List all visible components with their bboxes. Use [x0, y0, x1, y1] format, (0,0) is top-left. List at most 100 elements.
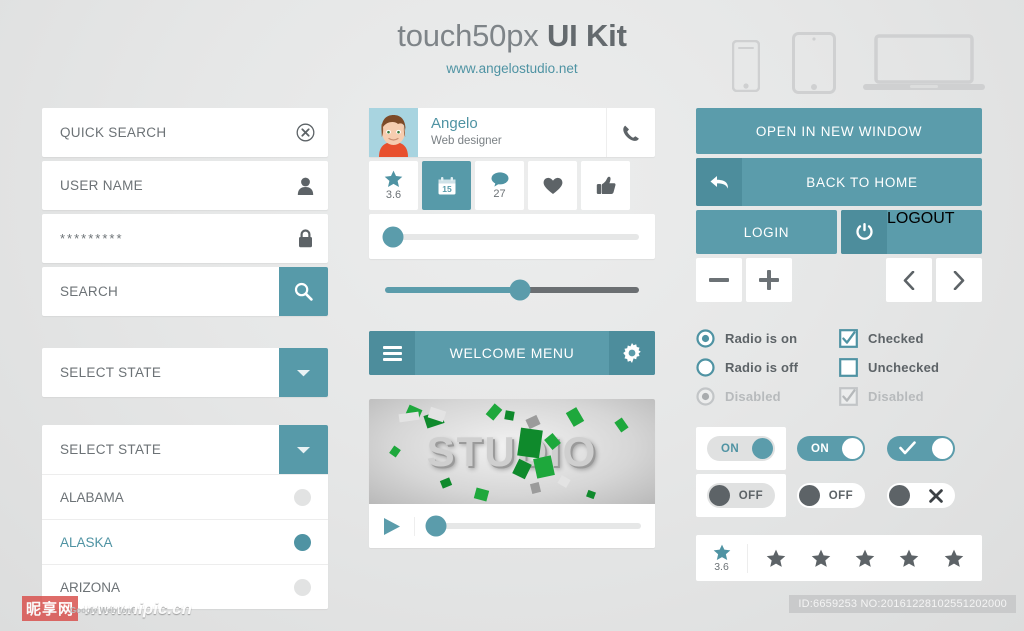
options-grid: Radio is on Radio is off Disabled Checke…: [696, 324, 982, 411]
star-icon[interactable]: [855, 549, 875, 568]
option-label: ALASKA: [60, 534, 113, 550]
logout-button[interactable]: LOGOUT: [841, 210, 982, 254]
toggle-off-2[interactable]: OFF: [797, 483, 865, 508]
right-column: OPEN IN NEW WINDOW BACK TO HOME LOGIN LO…: [696, 108, 982, 581]
slider-filled-track[interactable]: [385, 279, 639, 301]
stat-star-value: 3.6: [385, 189, 402, 201]
back-to-home-label: BACK TO HOME: [806, 174, 918, 190]
search-field[interactable]: SEARCH: [42, 267, 328, 316]
slider-light-thumb[interactable]: [382, 226, 404, 247]
svg-text:15: 15: [442, 183, 452, 193]
option-radio-dot[interactable]: [294, 533, 311, 551]
back-arrow-icon[interactable]: [696, 158, 742, 206]
video-thumbnail[interactable]: STUDIO: [369, 399, 655, 504]
stats-row: 3.6 15 27: [369, 161, 655, 210]
stat-heart[interactable]: [528, 161, 577, 210]
star-icon[interactable]: [766, 549, 786, 568]
username-field[interactable]: USER NAME: [42, 161, 328, 210]
quick-search-field[interactable]: QUICK SEARCH: [42, 108, 328, 157]
star-icon[interactable]: [899, 549, 919, 568]
laptop-icon: [863, 34, 985, 90]
radio-disabled-icon: [696, 387, 715, 406]
select-state-open-header[interactable]: SELECT STATE: [42, 425, 328, 474]
select-state-closed[interactable]: SELECT STATE: [42, 348, 328, 397]
video-progress-wrap[interactable]: [415, 515, 655, 537]
checkbox-disabled-label: Disabled: [868, 389, 924, 404]
stat-calendar[interactable]: 15: [422, 161, 471, 210]
play-icon[interactable]: [369, 516, 415, 536]
star-icon: [384, 170, 403, 187]
toggle-on-1[interactable]: ON: [707, 436, 775, 461]
select-state-open-label: SELECT STATE: [60, 442, 162, 457]
checkbox-checked-label: Checked: [868, 331, 924, 346]
open-new-window-button[interactable]: OPEN IN NEW WINDOW: [696, 108, 982, 154]
checkbox-unchecked[interactable]: Unchecked: [839, 353, 982, 382]
hamburger-icon[interactable]: [369, 331, 415, 375]
password-value: *********: [60, 231, 124, 246]
slider-filled-thumb[interactable]: [509, 279, 531, 301]
video-progress-thumb[interactable]: [425, 515, 447, 537]
chevron-down-icon[interactable]: [279, 425, 328, 474]
prev-button[interactable]: [886, 258, 932, 302]
radio-off-label: Radio is off: [725, 360, 799, 375]
slider-light-track[interactable]: [382, 226, 639, 247]
gear-icon[interactable]: [609, 331, 655, 375]
clear-circle-icon[interactable]: [282, 123, 328, 142]
toggle-off-3-knob[interactable]: [889, 485, 910, 506]
minus-button[interactable]: [696, 258, 742, 302]
toggles-on-row: ON ON: [696, 427, 982, 470]
video-progress-track[interactable]: [425, 515, 641, 537]
radio-off[interactable]: Radio is off: [696, 353, 839, 382]
login-button[interactable]: LOGIN: [696, 210, 837, 254]
slider-filled-rest: [519, 287, 639, 293]
stat-thumbs-up[interactable]: [581, 161, 630, 210]
next-button[interactable]: [936, 258, 982, 302]
back-to-home-button[interactable]: BACK TO HOME: [696, 158, 982, 206]
stat-comment[interactable]: 27: [475, 161, 524, 210]
star-icon[interactable]: [811, 549, 831, 568]
calendar-icon: 15: [438, 176, 455, 194]
toggle-off-3[interactable]: [887, 483, 955, 508]
radio-off-icon: [696, 358, 715, 377]
toggle-off-card: OFF: [696, 474, 786, 517]
checkbox-checked[interactable]: Checked: [839, 324, 982, 353]
toggle-off-2-knob[interactable]: [799, 485, 820, 506]
toggle-on-2-knob[interactable]: [842, 438, 863, 459]
radio-on[interactable]: Radio is on: [696, 324, 839, 353]
option-radio-dot[interactable]: [294, 578, 311, 596]
id-badge: ID:6659253 NO:20161228102551202000: [789, 595, 1016, 613]
toggle-off-1[interactable]: OFF: [707, 483, 775, 508]
phone-icon[interactable]: [606, 108, 655, 157]
stat-star[interactable]: 3.6: [369, 161, 418, 210]
slider-card[interactable]: [369, 214, 655, 259]
welcome-menu-bar[interactable]: WELCOME MENU: [369, 331, 655, 375]
slider-filled-wrap[interactable]: [369, 275, 655, 305]
password-field[interactable]: *********: [42, 214, 328, 263]
select-state-open: SELECT STATE ALABAMA ALASKA ARIZONA: [42, 425, 328, 609]
heart-icon: [543, 177, 562, 194]
toggle-on-3[interactable]: [887, 436, 955, 461]
quick-search-label: QUICK SEARCH: [60, 125, 167, 140]
profile-card: Angelo Web designer: [369, 108, 655, 157]
plus-button[interactable]: [746, 258, 792, 302]
toggle-on-1-knob[interactable]: [752, 438, 773, 459]
star-icon[interactable]: [944, 549, 964, 568]
search-icon[interactable]: [279, 267, 328, 316]
cross-icon: [929, 489, 943, 508]
video-caption: STUDIO: [426, 427, 598, 475]
checkbox-checked-icon: [839, 329, 858, 348]
toggle-off-2-wrap: OFF: [786, 474, 876, 517]
list-item[interactable]: ALASKA: [42, 519, 328, 564]
power-icon[interactable]: [841, 210, 887, 254]
rating-score-value: 3.6: [714, 560, 729, 573]
toggle-on-3-knob[interactable]: [932, 438, 953, 459]
checkbox-unchecked-label: Unchecked: [868, 360, 940, 375]
toggle-on-2[interactable]: ON: [797, 436, 865, 461]
chevron-down-icon[interactable]: [279, 348, 328, 397]
toggle-off-1-knob[interactable]: [709, 485, 730, 506]
option-radio-dot[interactable]: [294, 488, 311, 506]
video-progress-bar: [427, 523, 641, 529]
list-item[interactable]: ALABAMA: [42, 474, 328, 519]
